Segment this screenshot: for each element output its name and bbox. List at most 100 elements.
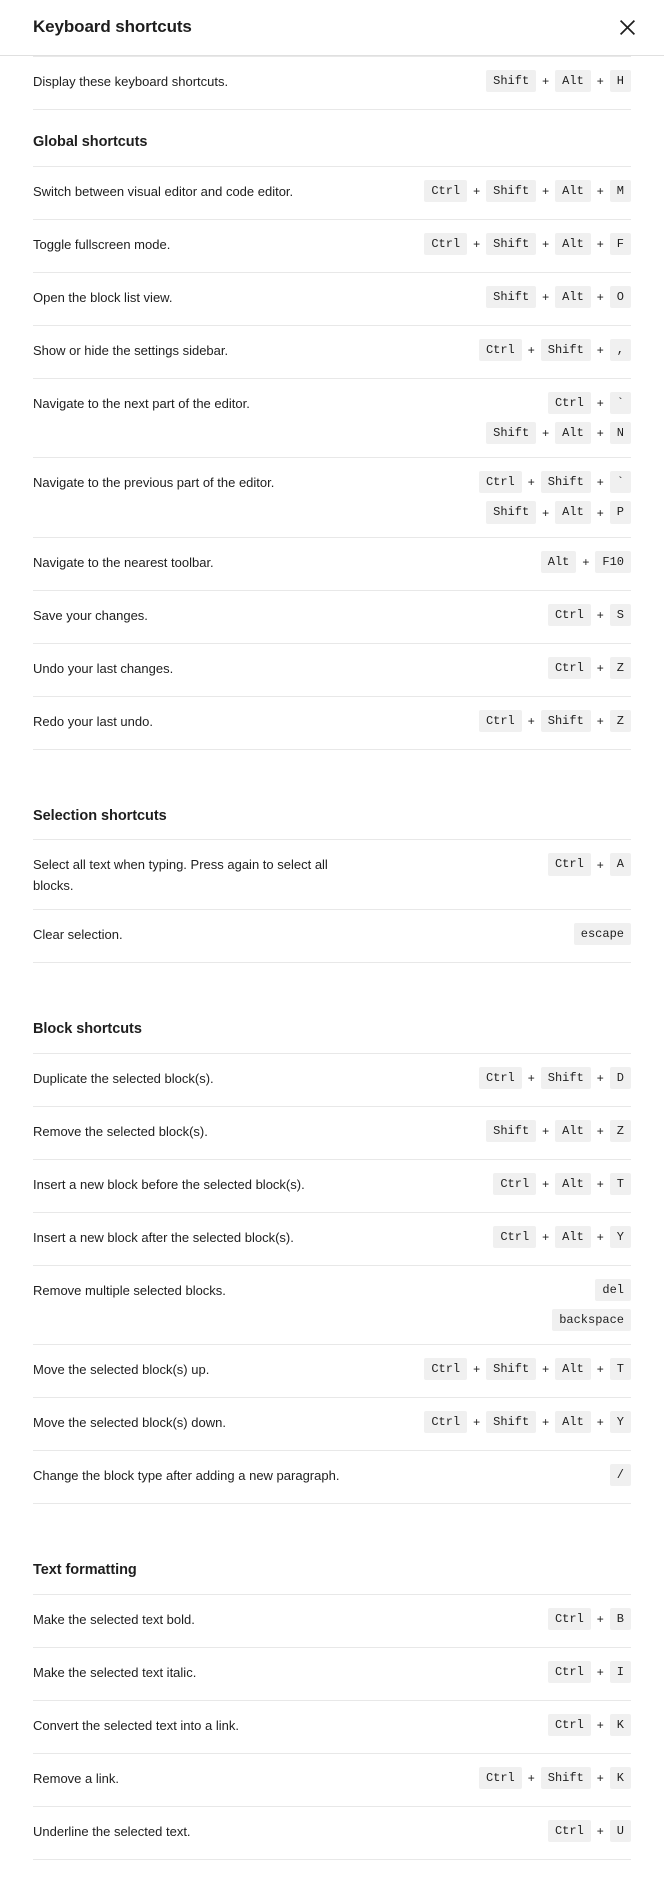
key-separator: + (596, 1176, 604, 1191)
shortcut-row: Save your changes. Ctrl + S (33, 589, 631, 643)
key-cap: Shift (540, 471, 591, 494)
key-combo: Ctrl + B (547, 1607, 631, 1630)
key-combo: Ctrl + Shift +, (478, 338, 631, 362)
key-separator: + (542, 183, 550, 198)
key-separator: + (596, 475, 604, 490)
key-cap: Shift (486, 1357, 537, 1381)
key-cap: Y (609, 1225, 631, 1248)
key-cap: Alt (555, 70, 591, 93)
key-separator: + (527, 342, 535, 357)
key-cap: K (609, 1766, 631, 1789)
key-cap: Ctrl (424, 179, 468, 203)
shortcut-description: Save your changes. (33, 607, 148, 623)
shortcut-description: Convert the selected text into a link. (33, 1717, 239, 1733)
key-separator: + (596, 426, 604, 441)
key-cap: Shift (540, 709, 591, 732)
key-combo: Shift + Alt + H (486, 70, 631, 93)
shortcut-row: Convert the selected text into a link. Ct… (33, 1699, 631, 1753)
shortcut-list: Select all text when typing. Press again… (33, 839, 631, 963)
key-cap: Alt (555, 501, 591, 524)
key-cap: D (609, 1066, 631, 1089)
key-separator: + (596, 1717, 604, 1732)
shortcut-description: Undo your last changes. (33, 660, 174, 676)
close-button[interactable] (610, 11, 644, 45)
key-cap: Alt (555, 422, 591, 445)
key-cap: / (609, 1463, 631, 1487)
shortcut-row: Move the selected block(s) down. Ctrl + Shi… (33, 1396, 631, 1450)
shortcut-sections: Global shortcuts Switch between visual ed… (33, 110, 631, 1860)
shortcut-keys: Shift + Alt + H (486, 70, 631, 93)
shortcut-row: Toggle fullscreen mode. Ctrl + Shift + Alt + F (33, 218, 631, 272)
shortcut-row: Display these keyboard shortcuts. Shift + A… (33, 56, 631, 110)
shortcut-description: Navigate to the next part of the editor. (33, 395, 250, 411)
key-cap: Alt (555, 1172, 591, 1195)
shortcut-description: Move the selected block(s) up. (33, 1361, 210, 1377)
key-combo: Ctrl + Shift + Alt + T (424, 1357, 631, 1381)
shortcut-description: Remove multiple selected blocks. (33, 1282, 226, 1298)
key-combo: Ctrl + Alt + T (493, 1172, 631, 1195)
key-combo: Ctrl + Alt + Y (493, 1225, 631, 1248)
shortcut-description: Switch between visual editor and code ed… (33, 183, 294, 199)
shortcut-description: Remove the selected block(s). (33, 1123, 208, 1139)
key-cap: Alt (555, 1357, 591, 1381)
shortcut-keys: Ctrl + Shift + D (478, 1066, 631, 1089)
key-cap: Z (609, 656, 631, 679)
shortcut-row: Move the selected block(s) up. Ctrl + Shift… (33, 1343, 631, 1397)
shortcut-keys: Ctrl + Shift +, (478, 338, 631, 362)
shortcut-keys: Ctrl + Shift + Alt + F (424, 232, 631, 256)
shortcut-section: Selection shortcuts Select all text when … (33, 784, 631, 963)
key-cap: Ctrl (547, 603, 591, 626)
key-combo: Ctrl + U (547, 1819, 631, 1842)
shortcut-row: Insert a new block after the selected bl… (33, 1211, 631, 1265)
key-cap: ` (609, 471, 631, 494)
key-separator: + (596, 1770, 604, 1785)
key-combo: Ctrl + Shift + Alt + Y (424, 1410, 631, 1434)
shortcut-row: Make the selected text bold. Ctrl + B (33, 1593, 631, 1647)
key-separator: + (542, 1229, 550, 1244)
shortcut-keys: Ctrl + Shift + Alt + Y (424, 1410, 631, 1434)
key-cap: Shift (540, 338, 591, 362)
key-combo: Ctrl + Shift + K (478, 1766, 631, 1789)
shortcut-keys: Ctrl + I (547, 1660, 631, 1683)
key-cap: I (609, 1660, 631, 1683)
shortcut-description: Move the selected block(s) down. (33, 1414, 226, 1430)
key-cap: Alt (555, 232, 591, 256)
key-separator: + (542, 1123, 550, 1138)
key-separator: + (542, 1362, 550, 1377)
key-separator: + (473, 1362, 481, 1377)
shortcut-description: Navigate to the nearest toolbar. (33, 554, 214, 570)
shortcut-row: Show or hide the settings sidebar. Ctrl + S… (33, 324, 631, 378)
key-cap: F10 (595, 550, 631, 573)
shortcut-row: Insert a new block before the selected b… (33, 1158, 631, 1212)
shortcut-description: Show or hide the settings sidebar. (33, 342, 229, 358)
key-separator: + (473, 236, 481, 251)
key-separator: + (596, 74, 604, 89)
key-separator: + (542, 1176, 550, 1191)
key-combo: Ctrl + Shift + D (478, 1066, 631, 1089)
key-separator: + (542, 1415, 550, 1430)
section-title: Block shortcuts (33, 1020, 142, 1037)
shortcut-keys: Shift + Alt + Z (486, 1119, 631, 1142)
shortcut-keys: Ctrl + Shift + Alt + M (424, 179, 631, 203)
shortcut-row: Navigate to the previous part of the edi… (33, 457, 631, 536)
intro-shortcut-section: Display these keyboard shortcuts. Shift + A… (33, 56, 631, 110)
section-title: Text formatting (33, 1561, 137, 1578)
key-cap: Ctrl (478, 1766, 522, 1789)
key-cap: T (609, 1172, 631, 1195)
key-cap: Z (609, 1119, 631, 1142)
shortcut-keys: / (609, 1463, 631, 1487)
key-separator: + (542, 289, 550, 304)
key-cap: Alt (540, 550, 577, 573)
key-cap: ` (609, 391, 631, 415)
key-separator: + (527, 1070, 535, 1085)
shortcut-row: Redo your last undo. Ctrl + Shift + Z (33, 695, 631, 750)
close-icon (619, 19, 636, 36)
key-combo: Shift + Alt + Z (486, 1119, 631, 1142)
key-combo: del (595, 1278, 631, 1301)
key-cap: Ctrl (493, 1225, 537, 1248)
key-cap: H (609, 70, 631, 93)
key-cap: Ctrl (547, 1607, 591, 1630)
key-cap: Ctrl (424, 232, 468, 256)
key-cap: K (609, 1713, 631, 1736)
shortcut-description: Make the selected text italic. (33, 1664, 197, 1680)
